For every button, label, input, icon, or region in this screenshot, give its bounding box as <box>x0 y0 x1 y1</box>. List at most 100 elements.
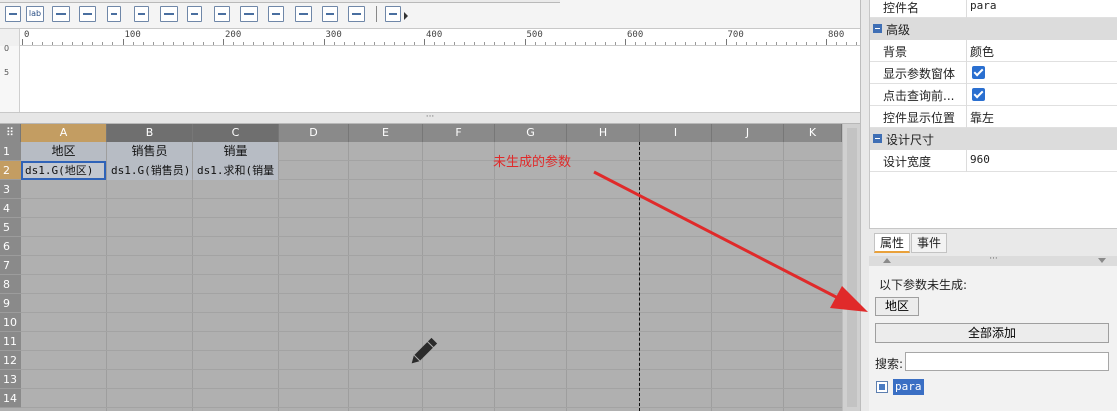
collapse-down-icon[interactable] <box>1098 258 1106 263</box>
dropdown-icon[interactable] <box>79 6 96 22</box>
row-header[interactable]: 6 <box>0 237 21 256</box>
prop-row-click-query[interactable]: 点击查询前... <box>870 84 1117 106</box>
prop-row-control-position[interactable]: 控件显示位置 靠左 <box>870 106 1117 128</box>
ruler-minor-tick <box>142 42 144 45</box>
add-all-button[interactable]: 全部添加 <box>875 323 1109 343</box>
edit-widget-icon[interactable] <box>385 6 401 22</box>
ruler-minor-tick <box>564 42 566 45</box>
data-cell[interactable]: ds1.G(地区) <box>21 161 106 180</box>
row-header[interactable]: 12 <box>0 351 21 370</box>
grid-column-line <box>494 142 495 411</box>
row-header[interactable]: 11 <box>0 332 21 351</box>
list-icon[interactable] <box>107 6 121 22</box>
number-icon[interactable] <box>160 6 178 22</box>
collapse-icon[interactable] <box>873 134 882 143</box>
column-header[interactable]: G <box>495 124 567 142</box>
ruler-minor-tick <box>594 42 596 45</box>
control-name-field[interactable]: para <box>970 0 997 12</box>
section-advanced[interactable]: 高级 <box>870 18 1117 40</box>
row-header[interactable]: 9 <box>0 294 21 313</box>
ruler-minor-tick <box>745 42 747 45</box>
row-header[interactable]: 13 <box>0 370 21 389</box>
scrollbar-track[interactable] <box>847 128 857 407</box>
collapse-icon[interactable] <box>873 24 882 33</box>
tree-combo-icon[interactable] <box>322 6 338 22</box>
ruler-minor-tick <box>554 42 556 45</box>
collapse-up-icon[interactable] <box>883 258 891 263</box>
column-header[interactable]: I <box>640 124 712 142</box>
control-position-value[interactable]: 靠左 <box>970 109 994 126</box>
grid-column-line <box>192 142 193 411</box>
prop-row-show-param-window[interactable]: 显示参数窗体 <box>870 62 1117 84</box>
prop-row-control-name[interactable]: 控件名 para <box>870 0 1117 18</box>
file-widget-icon[interactable] <box>348 6 365 22</box>
row-header[interactable]: 4 <box>0 199 21 218</box>
data-cell[interactable]: ds1.求和(销量 <box>193 161 278 180</box>
ruler-minor-tick <box>444 42 446 45</box>
design-width-field[interactable]: 960 <box>970 153 990 166</box>
row-header[interactable]: 1 <box>0 142 21 161</box>
ruler-major-tick <box>826 39 827 45</box>
column-header[interactable]: F <box>423 124 495 142</box>
panel-divider[interactable]: ··· <box>869 255 1117 266</box>
ruler-minor-tick <box>92 42 94 45</box>
more-icon[interactable] <box>295 6 312 22</box>
column-header[interactable]: E <box>349 124 423 142</box>
data-cell[interactable]: ds1.G(销售员) <box>107 161 192 180</box>
row-header[interactable]: 14 <box>0 389 21 408</box>
column-header[interactable]: A <box>21 124 107 142</box>
grid-select-all-corner[interactable]: ⠿ <box>0 124 21 142</box>
report-grid[interactable]: ⠿ A B C D E F G H I J K 1 2 3 4 5 6 7 8 9 10 11 12 13 14 地区 销售员 销量 d… <box>0 124 842 411</box>
column-header[interactable]: H <box>567 124 640 142</box>
ruler-minor-tick <box>413 42 415 45</box>
tree-icon[interactable] <box>187 6 202 22</box>
rect-button-icon[interactable] <box>52 6 70 22</box>
section-design-size[interactable]: 设计尺寸 <box>870 128 1117 150</box>
toolbar-more-arrow-icon[interactable] <box>404 12 408 20</box>
show-param-window-checkbox[interactable] <box>972 66 985 79</box>
prop-row-background[interactable]: 背景 颜色 <box>870 40 1117 62</box>
row-header[interactable]: 7 <box>0 256 21 275</box>
header-cell[interactable]: 销量 <box>193 142 278 161</box>
column-header[interactable]: B <box>107 124 193 142</box>
column-header[interactable]: K <box>784 124 842 142</box>
ruler-minor-tick <box>192 42 194 45</box>
date-icon[interactable] <box>134 6 149 22</box>
row-header[interactable]: 10 <box>0 313 21 332</box>
header-cell[interactable]: 地区 <box>21 142 106 161</box>
click-query-checkbox[interactable] <box>972 88 985 101</box>
column-header[interactable]: C <box>193 124 279 142</box>
search-input[interactable] <box>905 352 1109 371</box>
header-cell[interactable]: 销售员 <box>107 142 192 161</box>
tab-events[interactable]: 事件 <box>911 233 948 253</box>
tree-item-para[interactable]: para <box>893 379 924 395</box>
ungenerated-params-panel: 以下参数未生成: 地区 全部添加 搜索: para <box>869 266 1117 411</box>
column-header[interactable]: J <box>712 124 784 142</box>
tab-attributes[interactable]: 属性 <box>874 233 911 253</box>
radio-group-icon[interactable] <box>214 6 230 22</box>
column-header[interactable]: D <box>279 124 349 142</box>
section-title: 设计尺寸 <box>886 133 935 147</box>
vertical-scrollbar[interactable] <box>842 124 860 411</box>
background-value[interactable]: 颜色 <box>970 43 994 60</box>
grid-row-line <box>21 274 842 275</box>
ruler-minor-tick <box>333 42 335 45</box>
param-region-button[interactable]: 地区 <box>875 297 919 316</box>
grid-column-line <box>566 142 567 411</box>
ruler-minor-tick <box>695 42 697 45</box>
row-header[interactable]: 2 <box>0 161 21 180</box>
label-icon[interactable]: lab <box>26 6 44 22</box>
parameter-pane-canvas[interactable] <box>20 46 860 112</box>
row-header[interactable]: 8 <box>0 275 21 294</box>
panel-tabs: 属性 事件 <box>869 232 1117 254</box>
ruler-major-tick <box>424 39 425 45</box>
row-header[interactable]: 3 <box>0 180 21 199</box>
ruler-minor-tick <box>353 42 355 45</box>
prop-row-design-width[interactable]: 设计宽度 960 <box>870 150 1117 172</box>
textbox-icon[interactable] <box>5 6 21 22</box>
row-header[interactable]: 5 <box>0 218 21 237</box>
ruler-minor-tick <box>765 42 767 45</box>
textarea-icon[interactable] <box>268 6 284 22</box>
pane-splitter[interactable]: ··· <box>0 112 860 124</box>
checkbox-group-icon[interactable] <box>240 6 258 22</box>
